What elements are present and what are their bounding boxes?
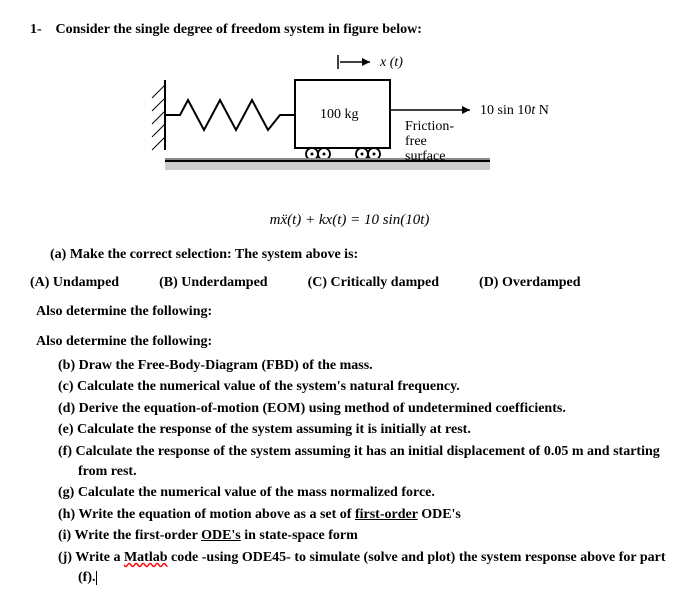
option-d: (D) Overdamped [479,273,581,293]
part-c: (c) Calculate the numerical value of the… [58,377,669,397]
multiple-choice-row: (A) Undamped (B) Underdamped (C) Critica… [30,273,669,293]
question-header: 1- Consider the single degree of freedom… [30,20,669,40]
part-h-post: ODE's [418,507,461,522]
force-label: 10 sin 10t N [480,103,549,118]
also-determine-2: Also determine the following: [36,332,669,352]
part-i-pre: (i) Write the first-order [58,528,201,543]
part-i-post: in state-space form [241,528,358,543]
option-b: (B) Underdamped [159,273,268,293]
surface-line3: surface [405,149,445,164]
surface-line2: free [405,134,427,149]
option-a: (A) Undamped [30,273,119,293]
part-h-underline: first-order [355,507,418,522]
sub-parts-list: (b) Draw the Free-Body-Diagram (FBD) of … [58,356,669,588]
part-h: (h) Write the equation of motion above a… [58,505,669,525]
part-i: (i) Write the first-order ODE's in state… [58,526,669,546]
x-label: x (t) [379,55,403,70]
part-j: (j) Write a Matlab code -using ODE45- to… [58,548,669,587]
part-h-pre: (h) Write the equation of motion above a… [58,507,355,522]
system-diagram-svg: x (t) 2,000 N/m 100 kg 10 sin 10t N F [110,50,590,190]
text-cursor-icon [96,571,97,585]
surface-line1: Friction- [405,119,454,134]
part-b: (b) Draw the Free-Body-Diagram (FBD) of … [58,356,669,376]
system-figure: x (t) 2,000 N/m 100 kg 10 sin 10t N F [110,50,590,197]
also-determine-1: Also determine the following: [36,302,669,322]
part-j-matlab: Matlab [124,550,168,565]
option-c: (C) Critically damped [308,273,439,293]
question-number: 1- [30,20,52,40]
part-j-pre: (j) Write a [58,550,124,565]
part-f: (f) Calculate the response of the system… [58,442,669,481]
question-prompt: Consider the single degree of freedom sy… [56,22,422,37]
part-g: (g) Calculate the numerical value of the… [58,483,669,503]
mass-label: 100 kg [320,107,359,122]
part-d: (d) Derive the equation-of-motion (EOM) … [58,399,669,419]
part-e: (e) Calculate the response of the system… [58,420,669,440]
part-i-underline: ODE's [201,528,241,543]
part-a: (a) Make the correct selection: The syst… [50,245,669,265]
equation-of-motion: mẍ(t) + kx(t) = 10 sin(10t) [30,210,669,231]
